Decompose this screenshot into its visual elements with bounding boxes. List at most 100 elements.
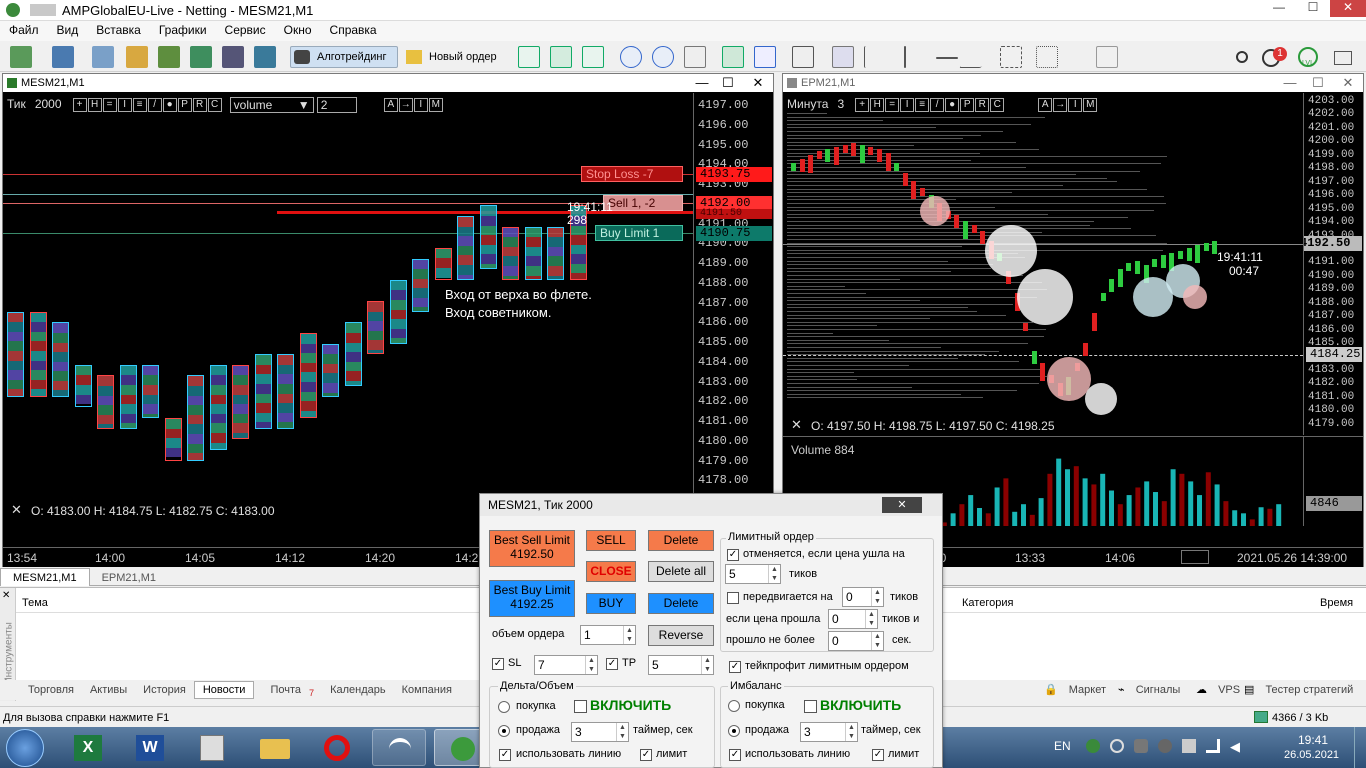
candle[interactable] xyxy=(851,143,857,156)
navigator-icon[interactable] xyxy=(158,46,180,68)
footprint-column[interactable] xyxy=(97,375,114,429)
cursor-icon[interactable] xyxy=(832,46,854,68)
candle[interactable] xyxy=(842,145,848,153)
footprint-column[interactable] xyxy=(209,364,227,450)
start-button[interactable] xyxy=(6,729,44,767)
if-price-input[interactable]: 0 ▲ ▼ xyxy=(828,609,878,629)
imb-limit-checkbox[interactable]: ✓ xyxy=(872,749,884,761)
footprint-column[interactable] xyxy=(412,258,429,312)
left-price-axis[interactable]: 4197.004196.004195.004194.004193.004192.… xyxy=(693,93,773,547)
footprint-column[interactable] xyxy=(232,364,249,440)
crosshair-icon[interactable] xyxy=(864,46,886,68)
right-price-axis[interactable]: 4203.00 4202.00 4201.00 4200.00 4199.00 4198.… xyxy=(1303,93,1363,435)
delete-all-button[interactable]: Delete all xyxy=(648,561,714,582)
imb-buy-radio[interactable] xyxy=(728,700,740,712)
delta-buy-radio[interactable] xyxy=(498,701,510,713)
menu-window[interactable]: Окно xyxy=(275,21,321,37)
footprint-column[interactable] xyxy=(29,311,47,397)
tray-security-icon[interactable] xyxy=(1086,739,1100,753)
show-desktop-button[interactable] xyxy=(1354,727,1366,768)
sell-button[interactable]: SELL xyxy=(586,530,636,551)
delta-timer-input[interactable]: 3 ▲ ▼ xyxy=(571,722,629,742)
sl-input[interactable]: 7 ▲ ▼ xyxy=(534,655,598,675)
delta-sell-radio[interactable] xyxy=(498,725,510,737)
footprint-column[interactable] xyxy=(299,332,317,418)
candle[interactable] xyxy=(799,159,805,172)
candle[interactable] xyxy=(1135,261,1140,274)
signals-tab[interactable]: ⌁ Сигналы xyxy=(1118,682,1188,698)
candle[interactable] xyxy=(1186,248,1192,261)
delta-limit-checkbox[interactable]: ✓ xyxy=(640,749,652,761)
zoom-out-icon[interactable] xyxy=(652,46,674,68)
candle[interactable] xyxy=(1031,351,1037,364)
line-chart-icon[interactable] xyxy=(582,46,604,68)
market-watch-icon[interactable] xyxy=(190,46,212,68)
candle[interactable] xyxy=(894,163,900,171)
candle[interactable] xyxy=(1203,243,1209,251)
candle[interactable] xyxy=(911,181,917,199)
footprint-column[interactable] xyxy=(547,226,564,280)
tab-trade[interactable]: Торговля xyxy=(20,682,82,698)
footprint-column[interactable] xyxy=(479,205,497,270)
candle[interactable] xyxy=(868,147,874,155)
candle[interactable] xyxy=(980,231,986,244)
footprint-column[interactable] xyxy=(524,226,542,280)
right-chart-minimize[interactable]: — xyxy=(1281,74,1299,92)
col-category[interactable]: Категория xyxy=(962,597,1013,609)
window-icon[interactable] xyxy=(92,46,114,68)
minimize-button[interactable]: — xyxy=(1262,0,1296,17)
candle[interactable] xyxy=(1160,255,1166,268)
profiles-icon[interactable] xyxy=(52,46,74,68)
tools-icon[interactable]: ✕ xyxy=(791,417,802,433)
language-indicator[interactable]: EN xyxy=(1054,739,1071,753)
move-spinner-icon[interactable]: ▲ ▼ xyxy=(871,588,883,606)
strategy-tester-icon[interactable] xyxy=(254,46,276,68)
tab-epm21[interactable]: EPM21,M1 xyxy=(90,569,168,587)
delta-use-line-checkbox[interactable]: ✓ xyxy=(499,749,511,761)
word-task[interactable]: W xyxy=(124,729,178,766)
zoom-in-icon[interactable] xyxy=(620,46,642,68)
footprint-column[interactable] xyxy=(52,322,69,397)
passed-spinner-icon[interactable]: ▲ ▼ xyxy=(871,632,883,650)
candle[interactable] xyxy=(834,147,839,165)
candle[interactable] xyxy=(877,149,882,162)
tray-volume-icon[interactable] xyxy=(1182,739,1196,753)
menu-charts[interactable]: Графики xyxy=(150,21,216,37)
best-buy-button[interactable]: Best Buy Limit 4192.25 xyxy=(489,580,575,617)
tp-checkbox[interactable]: ✓ xyxy=(606,658,618,670)
channel-icon[interactable] xyxy=(1000,46,1022,68)
tray-badge-icon[interactable] xyxy=(1158,739,1172,753)
footprint-column[interactable] xyxy=(7,311,24,397)
menu-insert[interactable]: Вставка xyxy=(87,21,150,37)
tab-mail[interactable]: Почта 7 xyxy=(254,680,322,700)
menu-tools[interactable]: Сервис xyxy=(216,21,275,37)
col-time[interactable]: Время xyxy=(1320,597,1353,609)
candle[interactable] xyxy=(1152,259,1158,267)
delete-buy-button[interactable]: Delete xyxy=(648,593,714,614)
tray-network-icon[interactable] xyxy=(1110,739,1124,753)
candle[interactable] xyxy=(963,221,968,239)
tray-app-icon[interactable] xyxy=(1134,739,1148,753)
imb-sell-radio[interactable] xyxy=(728,725,740,737)
reverse-button[interactable]: Reverse xyxy=(648,625,714,646)
tab-news[interactable]: Новости xyxy=(193,681,255,699)
candle[interactable] xyxy=(920,188,925,196)
clock-date[interactable]: 26.05.2021 xyxy=(1284,749,1339,761)
tab-mesm21[interactable]: MESM21,M1 xyxy=(0,568,90,586)
footprint-column[interactable] xyxy=(277,354,294,429)
right-chart-plot[interactable]: Минута 3 + H = I ≡ / ● P R C A → I M 19:41:11 00:47 … xyxy=(783,93,1303,435)
volume-spinner-icon[interactable]: ▲ ▼ xyxy=(623,626,635,644)
maximize-button[interactable]: ☐ xyxy=(1296,0,1330,17)
clock-time[interactable]: 19:41 xyxy=(1298,733,1328,747)
passed-input[interactable]: 0 ▲ ▼ xyxy=(828,631,884,651)
col-subject[interactable]: Тема xyxy=(22,597,48,609)
candle[interactable] xyxy=(971,225,977,233)
left-chart-close[interactable]: ✕ xyxy=(749,74,767,92)
imb-use-line-checkbox[interactable]: ✓ xyxy=(729,749,741,761)
footprint-column[interactable] xyxy=(142,364,159,418)
wifi-task[interactable] xyxy=(372,729,426,766)
tools-icon[interactable]: ✕ xyxy=(11,502,25,517)
vertical-line-icon[interactable] xyxy=(904,46,906,68)
new-chart-icon[interactable] xyxy=(10,46,32,68)
imb-timer-spinner-icon[interactable]: ▲ ▼ xyxy=(845,723,857,741)
